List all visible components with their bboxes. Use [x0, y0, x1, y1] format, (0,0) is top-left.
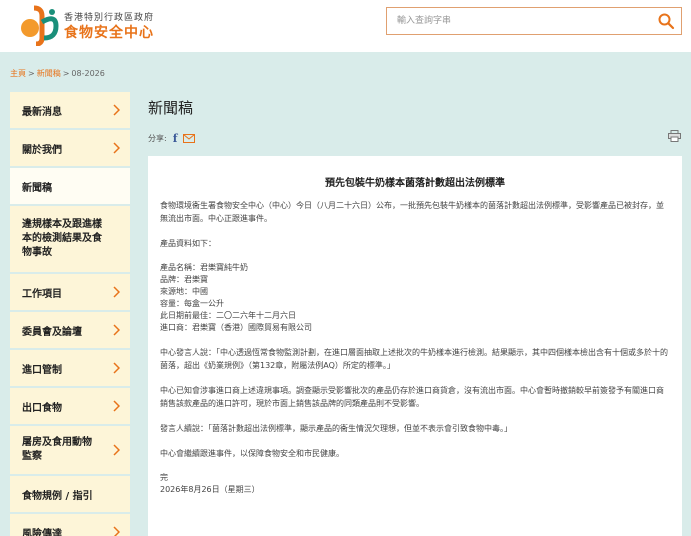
sidebar-item-latest-news[interactable]: 最新消息	[10, 92, 130, 130]
breadcrumb-home[interactable]: 主頁	[10, 69, 26, 78]
article-paragraph: 中心已知會涉事進口商上述違規事項。調查顯示受影響批次的產品仍存於進口商貨倉，沒有…	[160, 386, 664, 408]
sidebar-item-label: 關於我們	[22, 144, 62, 156]
sidebar-item-label: 最新消息	[22, 106, 62, 118]
search-input[interactable]	[387, 8, 649, 34]
article-paragraph: 發言人續說：「菌落計數超出法例標準，顯示產品的衞生情況欠理想，但並不表示會引致食…	[160, 424, 512, 433]
article-paragraph: 產品資料如下：	[160, 239, 216, 248]
detail-line: 容量：每盒一公升	[160, 299, 224, 308]
chevron-right-icon	[113, 400, 120, 412]
sidebar-item-food-regulations[interactable]: 食物規例 / 指引	[10, 476, 130, 514]
article-paragraph: 中心會繼續跟進事件，以保障食物安全和市民健康。	[160, 449, 344, 458]
search-box	[386, 7, 682, 35]
chevron-right-icon	[113, 104, 120, 116]
breadcrumb-separator: >	[62, 69, 70, 78]
sidebar-item-committees-forums[interactable]: 委員會及論壇	[10, 312, 130, 350]
chevron-right-icon	[113, 526, 120, 536]
cfs-logo-icon[interactable]	[16, 4, 60, 46]
chevron-right-icon	[113, 362, 120, 374]
breadcrumb-section[interactable]: 新聞稿	[37, 69, 61, 78]
sidebar-item-label: 新聞稿	[22, 182, 52, 194]
sidebar-item-press-releases[interactable]: 新聞稿	[10, 168, 130, 206]
detail-line: 此日期前最佳：二〇二六年十二月六日	[160, 311, 296, 320]
print-icon[interactable]	[668, 130, 681, 142]
article-paragraph: 食物環境衞生署食物安全中心（中心）今日（八月二十六日）公布，一批預先包裝牛奶樣本…	[160, 201, 664, 223]
breadcrumb-current: 08-2026	[71, 69, 105, 78]
sidebar-nav: 最新消息 關於我們 新聞稿 違規樣本及跟進樣本的檢測結果及食物事故 工作項目 委…	[10, 92, 130, 536]
article-title: 預先包裝牛奶樣本菌落計數超出法例標準	[325, 178, 505, 189]
sidebar-item-label: 違規樣本及跟進樣本的檢測結果及食物事故	[22, 219, 102, 258]
detail-line: 產品名稱：君樂寶純牛奶	[160, 263, 248, 272]
facebook-icon[interactable]: f	[173, 132, 178, 145]
breadcrumb-separator: >	[28, 69, 35, 78]
product-details: 產品名稱：君樂寶純牛奶 品牌：君樂寶 來源地：中國 容量：每盒一公升 此日期前最…	[160, 262, 670, 334]
article-end-mark: 完	[160, 473, 168, 482]
site-name[interactable]: 食物安全中心	[64, 22, 154, 42]
page-title: 新聞稿	[148, 99, 194, 117]
breadcrumb: 主頁 > 新聞稿 >08-2026	[10, 68, 105, 79]
chevron-right-icon	[113, 324, 120, 336]
sidebar-item-label: 工作項目	[22, 288, 62, 300]
article-paragraph: 中心發言人說：「中心透過恆常食物監測計劃，在進口層面抽取上述批次的牛奶樣本進行檢…	[160, 348, 668, 370]
chevron-right-icon	[113, 142, 120, 154]
sidebar-item-work-projects[interactable]: 工作項目	[10, 274, 130, 312]
sidebar-item-risk-communication[interactable]: 風險傳達	[10, 514, 130, 536]
article-body: 預先包裝牛奶樣本菌落計數超出法例標準 食物環境衞生署食物安全中心（中心）今日（八…	[148, 156, 682, 536]
sidebar-item-import-control[interactable]: 進口管制	[10, 350, 130, 388]
detail-line: 品牌：君樂寶	[160, 275, 208, 284]
sidebar-item-label: 出口食物	[22, 402, 62, 414]
article-date: 2026年8月26日（星期三）	[160, 485, 260, 494]
sidebar-item-label: 食物規例 / 指引	[22, 490, 93, 502]
sidebar-item-about-us[interactable]: 關於我們	[10, 130, 130, 168]
share-label: 分享:	[148, 134, 167, 143]
share-row: 分享: f	[148, 132, 196, 145]
detail-line: 來源地：中國	[160, 287, 208, 296]
sidebar-item-label: 風險傳達	[22, 528, 62, 536]
sidebar-item-label: 委員會及論壇	[22, 326, 82, 338]
sidebar-item-label: 屠房及食用動物監察	[22, 437, 92, 462]
sidebar-item-slaughterhouse-monitoring[interactable]: 屠房及食用動物監察	[10, 426, 130, 476]
chevron-right-icon	[113, 444, 120, 456]
sidebar-item-export-food[interactable]: 出口食物	[10, 388, 130, 426]
email-icon[interactable]	[183, 134, 196, 143]
search-icon[interactable]	[657, 12, 675, 30]
sidebar-item-unsatisfactory-samples[interactable]: 違規樣本及跟進樣本的檢測結果及食物事故	[10, 206, 130, 274]
site-header: 香港特別行政區政府 食物安全中心	[0, 0, 691, 52]
detail-line: 進口商：君樂寶（香港）國際貿易有限公司	[160, 323, 312, 332]
sidebar-item-label: 進口管制	[22, 364, 62, 376]
chevron-right-icon	[113, 286, 120, 298]
